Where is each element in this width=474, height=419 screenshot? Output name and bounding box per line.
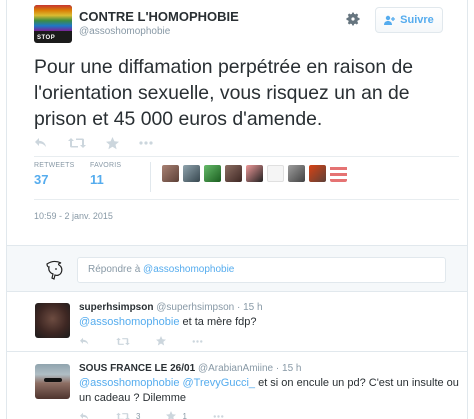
reply-tweet[interactable]: SOUS FRANCE LE 26/01 @ArabianAmiine · 15… (7, 352, 467, 419)
reply-favorite-count: 1 (182, 411, 187, 419)
reply-mention[interactable]: @assoshomophobie (79, 377, 179, 389)
favoriter-avatar[interactable] (309, 165, 326, 182)
reply-mention[interactable]: @TrevyGucci_ (183, 377, 256, 389)
reply-input[interactable]: Répondre à @assoshomophobie (77, 257, 446, 283)
follow-button-label: Suivre (400, 14, 434, 26)
reply-body: et ta mère fdp? (179, 316, 257, 328)
retweet-icon[interactable] (116, 337, 130, 346)
favoriter-avatar[interactable] (183, 165, 200, 182)
reply-tweet[interactable]: superhsimpson @superhsimpson · 15 h @ass… (7, 292, 467, 352)
avatar-stop-text: STOP (37, 35, 56, 41)
more-icon[interactable] (213, 414, 224, 418)
favoriter-avatar[interactable] (204, 165, 221, 182)
stats-divider (150, 162, 151, 192)
favorites-stat[interactable]: FAVORIS 11 (90, 162, 146, 192)
reply-mention[interactable]: @assoshomophobie (79, 316, 179, 328)
favoriter-avatar[interactable] (162, 165, 179, 182)
rainbow-flag-graphic (34, 5, 72, 31)
reply-time[interactable]: 15 h (243, 302, 262, 313)
favoriters-avatars (162, 165, 347, 182)
reply-text: @assoshomophobie et ta mère fdp? (79, 315, 459, 330)
reply-actions (79, 336, 203, 346)
reply-author-name[interactable]: superhsimpson (79, 302, 153, 313)
reply-placeholder-prefix: Répondre à (88, 264, 144, 275)
gear-icon[interactable] (345, 11, 361, 27)
reply-text: @assoshomophobie @TrevyGucci_ et si on e… (79, 376, 459, 406)
favorites-count: 11 (90, 172, 104, 187)
reply-author-handle[interactable]: @superhsimpson (156, 302, 234, 313)
account-avatar[interactable]: STOP (34, 5, 72, 43)
account-name[interactable]: CONTRE L'HOMOPHOBIE (79, 9, 239, 24)
reply-header: superhsimpson @superhsimpson · 15 h (79, 302, 263, 313)
retweet-icon[interactable] (116, 412, 130, 419)
reply-author-handle[interactable]: @ArabianAmiine (198, 363, 273, 374)
reply-icon[interactable] (34, 137, 48, 149)
account-handle[interactable]: @assoshomophobie (79, 26, 170, 37)
favorite-star-icon[interactable] (106, 136, 119, 150)
favoriter-avatar[interactable] (330, 165, 347, 182)
reply-header: SOUS FRANCE LE 26/01 @ArabianAmiine · 15… (79, 363, 302, 374)
divider (34, 199, 459, 200)
sunglasses-graphic (44, 378, 62, 382)
reply-avatar[interactable] (35, 364, 70, 399)
favorites-label: FAVORIS (90, 162, 122, 169)
retweets-label: RETWEETS (34, 162, 75, 169)
favorite-star-icon[interactable] (156, 336, 166, 346)
tweet-text: Pour une diffamation perpétrée en raison… (34, 56, 414, 130)
reply-actions: 3 1 (79, 411, 224, 419)
favorite-star-icon[interactable] (166, 411, 177, 419)
reply-time[interactable]: 15 h (282, 363, 301, 374)
favoriter-avatar[interactable] (267, 165, 284, 182)
divider (34, 156, 459, 157)
reply-placeholder-mention: @assoshomophobie (143, 264, 235, 275)
reply-retweet-count: 3 (136, 411, 141, 419)
tweet-stats: RETWEETS 37 FAVORIS 11 (34, 162, 146, 192)
more-icon[interactable] (192, 339, 203, 343)
tweet-actions (34, 136, 153, 150)
reply-avatar[interactable] (35, 303, 70, 338)
follow-button[interactable]: Suivre (375, 7, 443, 33)
favoriter-avatar[interactable] (246, 165, 263, 182)
tweet-header: STOP CONTRE L'HOMOPHOBIE @assoshomophobi… (7, 0, 467, 52)
reply-area: Répondre à @assoshomophobie (7, 245, 467, 292)
user-avatar (46, 260, 63, 280)
tweet-timestamp[interactable]: 10:59 - 2 janv. 2015 (34, 211, 113, 221)
follow-person-icon (384, 15, 396, 25)
favoriter-avatar[interactable] (288, 165, 305, 182)
reply-icon[interactable] (79, 412, 90, 419)
retweets-count: 37 (34, 172, 49, 187)
reply-author-name[interactable]: SOUS FRANCE LE 26/01 (79, 363, 195, 374)
more-icon[interactable] (139, 141, 153, 145)
tweet-card: STOP CONTRE L'HOMOPHOBIE @assoshomophobi… (6, 0, 468, 419)
retweet-icon[interactable] (68, 137, 86, 149)
reply-icon[interactable] (79, 337, 90, 346)
favoriter-avatar[interactable] (225, 165, 242, 182)
retweet-stat[interactable]: RETWEETS 37 (34, 162, 90, 192)
